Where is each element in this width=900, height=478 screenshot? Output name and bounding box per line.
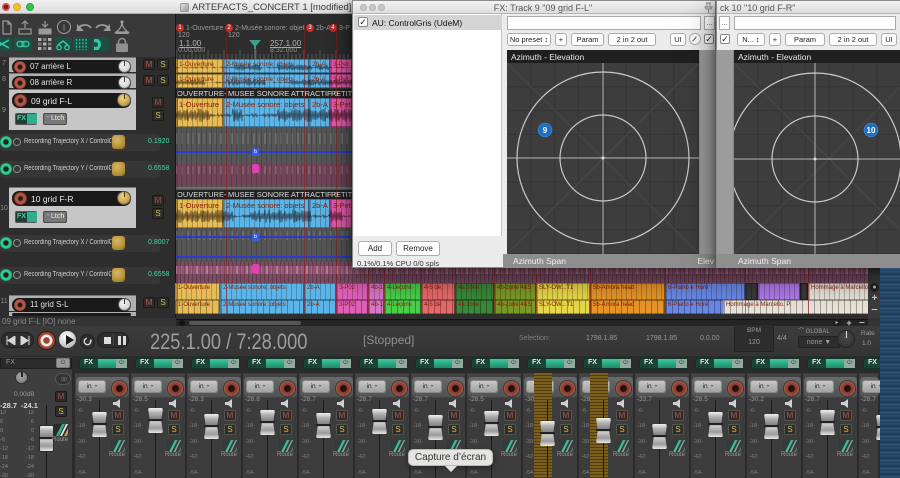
svg-text:9: 9 <box>543 126 548 135</box>
svg-text:10: 10 <box>867 126 876 135</box>
svg-text:i: i <box>63 23 65 33</box>
